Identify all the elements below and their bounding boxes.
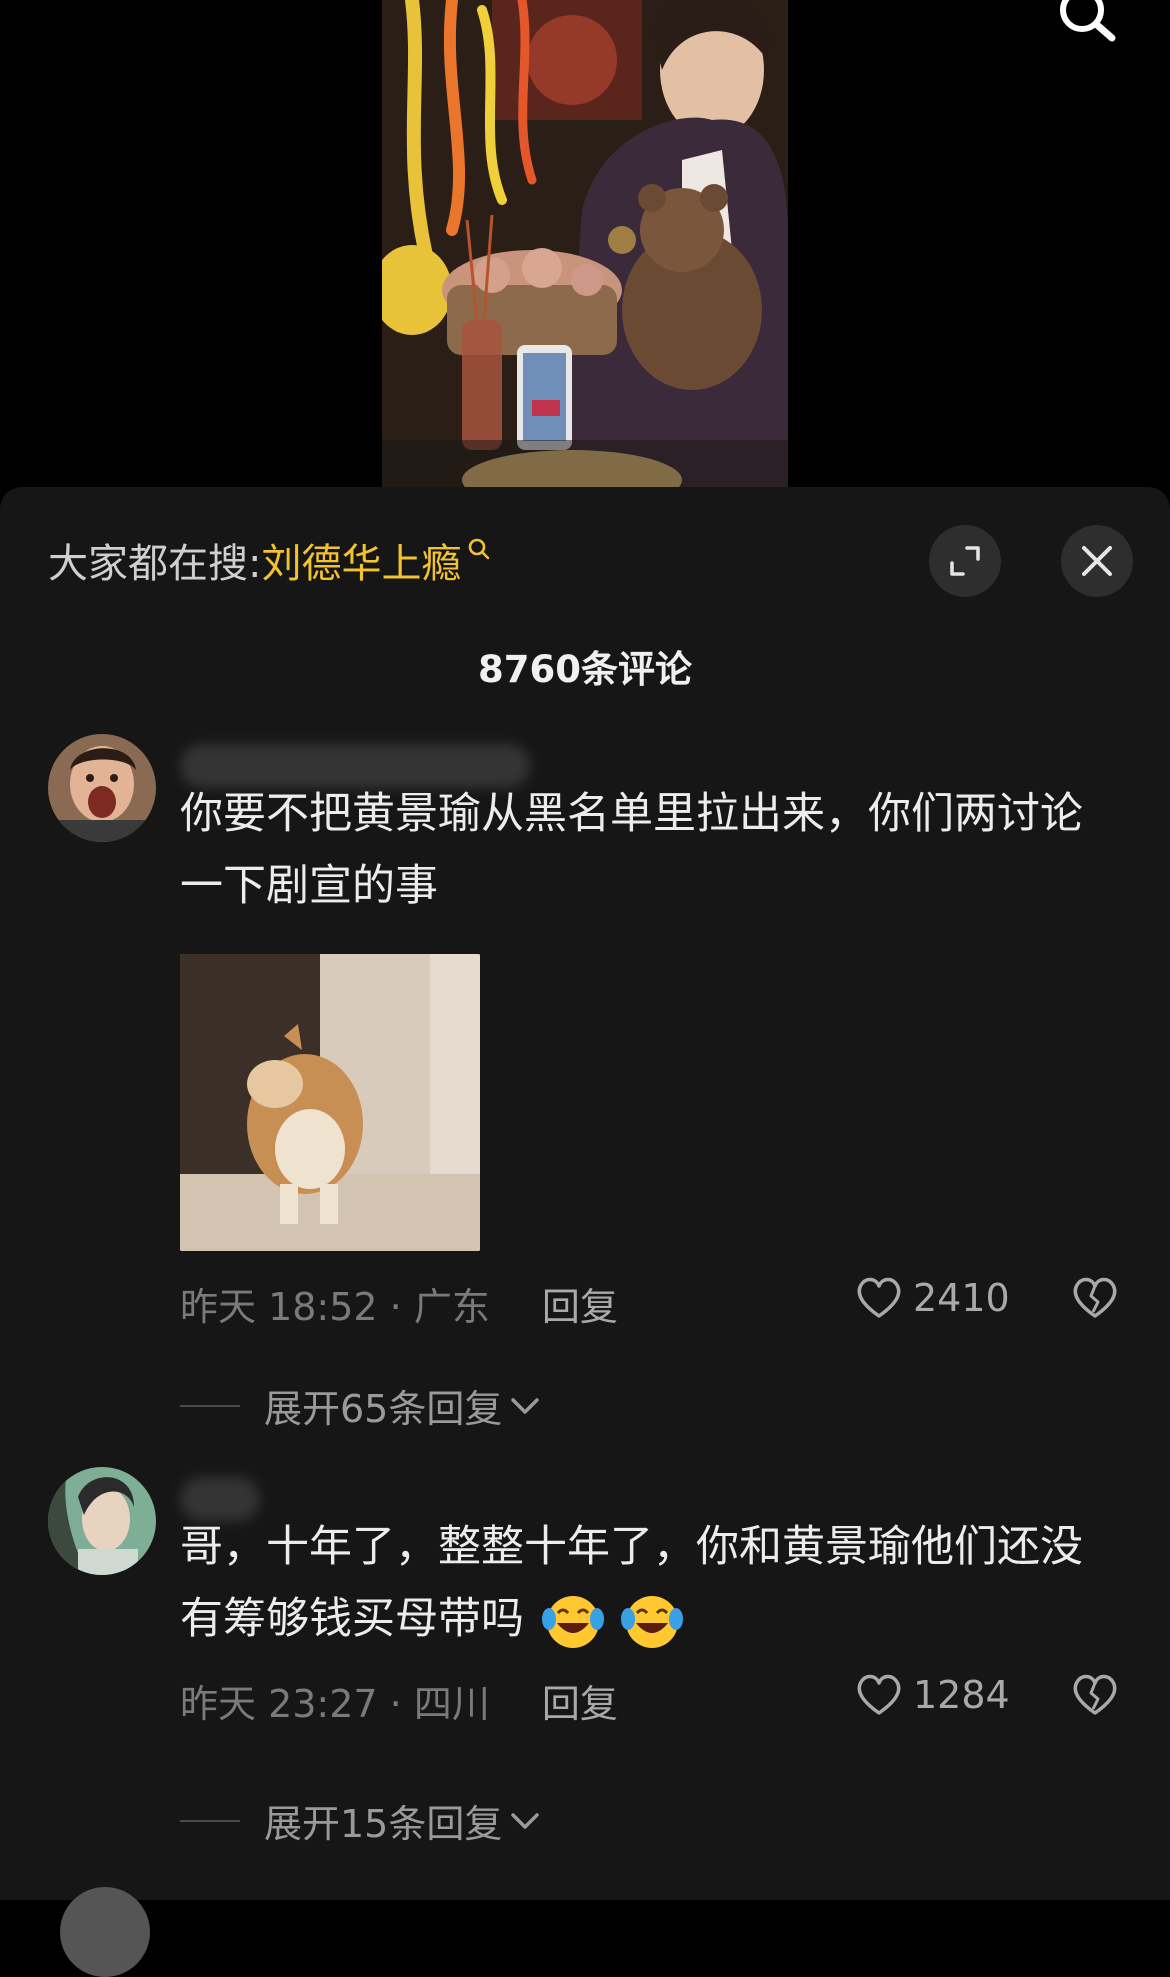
avatar[interactable] (48, 734, 156, 842)
broken-heart-icon (1073, 1277, 1117, 1318)
comment-text: 你要不把黄景瑜从黑名单里拉出来，你们两讨论一下剧宣的事 (180, 789, 1083, 911)
comment-text: 哥，十年了，整整十年了，你和黄景瑜他们还没有筹够钱买母带吗 (180, 1511, 1110, 1655)
search-button[interactable] (1052, 0, 1124, 48)
comment-meta: 昨天 18:52 · 广东 回复 (180, 1276, 618, 1331)
expand-replies-label: 展开15条回复 (264, 1802, 503, 1846)
close-button[interactable] (1061, 525, 1133, 597)
dislike-button[interactable] (1071, 1673, 1119, 1721)
reply-button[interactable]: 回复 (542, 1673, 618, 1728)
comment-meta: 昨天 23:27 · 四川 回复 (180, 1673, 618, 1728)
laughing-crying-emoji-icon (621, 1595, 684, 1648)
like-count: 1284 (913, 1673, 1010, 1717)
like-count: 2410 (913, 1276, 1010, 1320)
video-player[interactable] (0, 0, 1170, 495)
expand-button[interactable] (929, 525, 1001, 597)
like-button[interactable]: 1284 (855, 1673, 1010, 1717)
heart-icon (857, 1674, 901, 1715)
like-button[interactable]: 2410 (855, 1276, 1010, 1320)
comment-time-location: 昨天 18:52 · 广东 (180, 1285, 490, 1329)
laughing-crying-emoji-icon (541, 1595, 604, 1648)
broken-heart-icon (1073, 1674, 1117, 1715)
search-icon (1060, 0, 1116, 42)
expand-replies-button[interactable]: 展开15条回复 (180, 1793, 542, 1848)
expand-replies-button[interactable]: 展开65条回复 (180, 1378, 542, 1433)
expand-icon (950, 546, 980, 576)
comment-count: 8760条评论 (478, 648, 692, 691)
reply-button[interactable]: 回复 (542, 1276, 618, 1331)
divider-dash (180, 1819, 240, 1822)
dislike-button[interactable] (1071, 1276, 1119, 1324)
chevron-down-icon (511, 1812, 540, 1829)
video-frame[interactable] (382, 0, 788, 495)
video-thumbnail (382, 0, 788, 495)
avatar[interactable] (60, 1887, 150, 1977)
close-icon (1082, 546, 1112, 576)
avatar[interactable] (48, 1467, 156, 1575)
comment-time-location: 昨天 23:27 · 四川 (180, 1682, 490, 1726)
comment-image[interactable] (180, 954, 480, 1251)
trending-search-prefix: 大家都在搜: (48, 541, 262, 587)
trending-search-term[interactable]: 刘德华上瘾 (261, 531, 461, 589)
divider-dash (180, 1404, 240, 1407)
heart-icon (857, 1277, 901, 1318)
search-icon (469, 538, 490, 560)
comment-sheet: 大家都在搜: 刘德华上瘾 8760条评论 你要不把黄景瑜从黑名单里拉出来，你们两… (0, 487, 1170, 1977)
chevron-down-icon (511, 1397, 540, 1414)
trending-search-bar[interactable]: 大家都在搜: 刘德华上瘾 (48, 532, 491, 588)
expand-replies-label: 展开65条回复 (264, 1387, 503, 1431)
